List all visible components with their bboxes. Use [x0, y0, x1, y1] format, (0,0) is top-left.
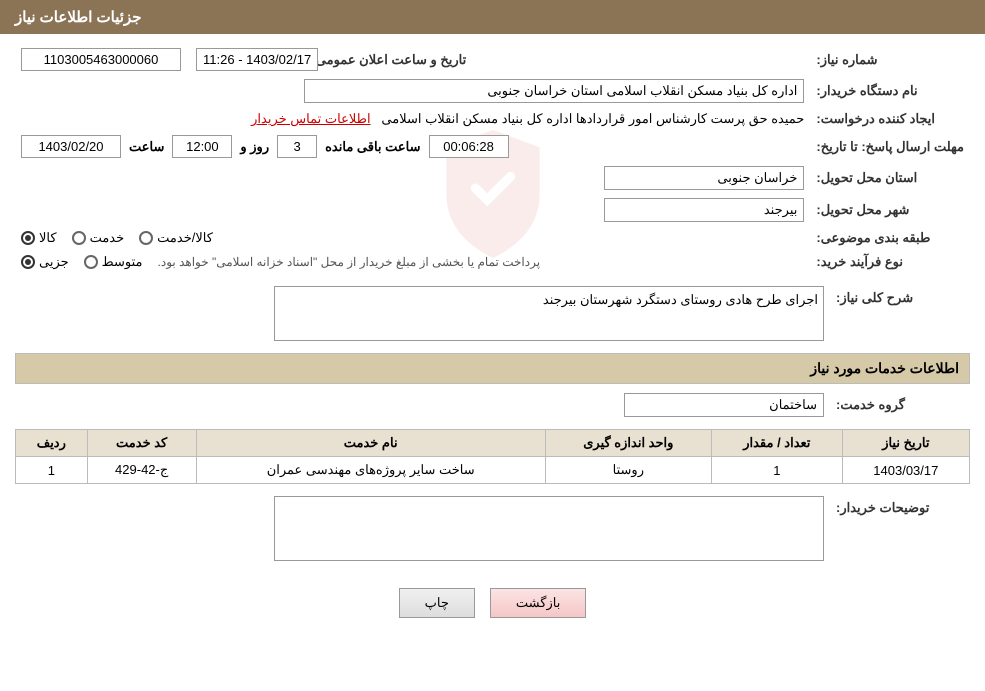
- row-city: شهر محل تحویل: بیرجند: [15, 194, 970, 226]
- province-label: استان محل تحویل:: [810, 162, 970, 194]
- col-date: تاریخ نیاز: [842, 430, 969, 457]
- page-title: جزئیات اطلاعات نیاز: [15, 9, 142, 26]
- purchase-jozyi-label: جزیی: [39, 254, 69, 270]
- print-button[interactable]: چاپ: [399, 588, 475, 618]
- row-deadline: مهلت ارسال پاسخ: تا تاریخ: 00:06:28 ساعت…: [15, 131, 970, 162]
- buyer-notes-value: [15, 492, 830, 565]
- purchase-motavaset-label: متوسط: [102, 254, 143, 270]
- buyer-notes-label: توضیحات خریدار:: [830, 492, 970, 565]
- footer-buttons: بازگشت چاپ: [15, 573, 970, 628]
- category-kala-label: کالا: [39, 230, 57, 246]
- need-number-value: تاریخ و ساعت اعلان عمومی: 1403/02/17 - 1…: [15, 44, 810, 75]
- description-display: اجرای طرح هادی روستای دستگرد شهرستان بیر…: [274, 286, 824, 341]
- col-unit: واحد اندازه گیری: [545, 430, 711, 457]
- deadline-days-label: روز و: [240, 139, 269, 155]
- deadline-remaining-label: ساعت باقی مانده: [325, 139, 420, 155]
- purchase-jozyi-option: جزیی: [21, 254, 69, 270]
- row-service-group: گروه خدمت: ساختمان: [15, 389, 970, 421]
- col-row-num: ردیف: [16, 430, 88, 457]
- page-header: جزئیات اطلاعات نیاز: [0, 0, 985, 34]
- services-table: تاریخ نیاز تعداد / مقدار واحد اندازه گیر…: [15, 429, 970, 484]
- announce-date-value: 1403/02/17 - 11:26: [196, 48, 318, 71]
- description-value: اجرای طرح هادی روستای دستگرد شهرستان بیر…: [15, 282, 830, 345]
- cell-row-num: 1: [16, 457, 88, 484]
- category-kala-khedmat-label: کالا/خدمت: [157, 230, 213, 246]
- buyer-org-label: نام دستگاه خریدار:: [810, 75, 970, 107]
- deadline-date-display: 1403/02/20: [21, 135, 121, 158]
- service-group-display: ساختمان: [624, 393, 824, 417]
- purchase-motavaset-option: متوسط: [84, 254, 143, 270]
- category-khedmat-option: خدمت: [72, 230, 125, 246]
- row-description: شرح کلی نیاز: اجرای طرح هادی روستای دستگ…: [15, 282, 970, 345]
- category-kala-khedmat-option: کالا/خدمت: [139, 230, 213, 246]
- need-number-label: شماره نیاز:: [810, 44, 970, 75]
- province-value: خراسان جنوبی: [15, 162, 810, 194]
- requester-value: حمیده حق پرست کارشناس امور قراردادها ادا…: [15, 107, 810, 131]
- services-table-header-row: تاریخ نیاز تعداد / مقدار واحد اندازه گیر…: [16, 430, 970, 457]
- deadline-days-display: 3: [277, 135, 317, 158]
- row-requester: ایجاد کننده درخواست: حمیده حق پرست کارشن…: [15, 107, 970, 131]
- purchase-motavaset-radio[interactable]: [84, 255, 98, 269]
- purchase-note: پرداخت تمام یا بخشی از مبلغ خریدار از مح…: [158, 255, 541, 269]
- row-purchase-type: نوع فرآیند خرید: پرداخت تمام یا بخشی از …: [15, 250, 970, 274]
- cell-service-code: ج-42-429: [87, 457, 196, 484]
- city-display: بیرجند: [604, 198, 804, 222]
- back-button[interactable]: بازگشت: [490, 588, 586, 618]
- category-kala-option: کالا: [21, 230, 57, 246]
- row-province: استان محل تحویل: خراسان جنوبی: [15, 162, 970, 194]
- row-buyer-org: نام دستگاه خریدار: اداره کل بنیاد مسکن ا…: [15, 75, 970, 107]
- deadline-remaining-display: 00:06:28: [429, 135, 509, 158]
- table-row: 1403/03/17 1 روستا ساخت سایر پروژه‌های م…: [16, 457, 970, 484]
- col-quantity: تعداد / مقدار: [711, 430, 842, 457]
- buyer-org-value: اداره کل بنیاد مسکن انقلاب اسلامی استان …: [15, 75, 810, 107]
- deadline-value: 00:06:28 ساعت باقی مانده 3 روز و 12:00 س…: [15, 131, 810, 162]
- info-table: شماره نیاز: تاریخ و ساعت اعلان عمومی: 14…: [15, 44, 970, 274]
- deadline-time-display: 12:00: [172, 135, 232, 158]
- buyer-org-display: اداره کل بنیاد مسکن انقلاب اسلامی استان …: [304, 79, 804, 103]
- deadline-label: مهلت ارسال پاسخ: تا تاریخ:: [810, 131, 970, 162]
- category-label: طبقه بندی موضوعی:: [810, 226, 970, 250]
- service-group-table: گروه خدمت: ساختمان: [15, 389, 970, 421]
- cell-service-name: ساخت سایر پروژه‌های مهندسی عمران: [196, 457, 545, 484]
- cell-date: 1403/03/17: [842, 457, 969, 484]
- cell-quantity: 1: [711, 457, 842, 484]
- page-container: جزئیات اطلاعات نیاز شماره نیاز: تاریخ و …: [0, 0, 985, 691]
- main-content: شماره نیاز: تاریخ و ساعت اعلان عمومی: 14…: [0, 34, 985, 638]
- col-service-code: کد خدمت: [87, 430, 196, 457]
- description-table: شرح کلی نیاز: اجرای طرح هادی روستای دستگ…: [15, 282, 970, 345]
- buyer-notes-display: [274, 496, 824, 561]
- description-text: اجرای طرح هادی روستای دستگرد شهرستان بیر…: [543, 292, 818, 307]
- city-value: بیرجند: [15, 194, 810, 226]
- row-category: طبقه بندی موضوعی: کالا/خدمت خدمت: [15, 226, 970, 250]
- purchase-type-label: نوع فرآیند خرید:: [810, 250, 970, 274]
- category-kala-khedmat-radio[interactable]: [139, 231, 153, 245]
- category-kala-radio[interactable]: [21, 231, 35, 245]
- cell-unit: روستا: [545, 457, 711, 484]
- contact-link[interactable]: اطلاعات تماس خریدار: [251, 111, 370, 126]
- deadline-time-label: ساعت: [129, 139, 164, 155]
- city-label: شهر محل تحویل:: [810, 194, 970, 226]
- notes-table: توضیحات خریدار:: [15, 492, 970, 565]
- category-value: کالا/خدمت خدمت کالا: [15, 226, 810, 250]
- province-display: خراسان جنوبی: [604, 166, 804, 190]
- category-khedmat-label: خدمت: [90, 230, 125, 246]
- requester-label: ایجاد کننده درخواست:: [810, 107, 970, 131]
- need-number-display: 1103005463000060: [21, 48, 181, 71]
- row-need-number: شماره نیاز: تاریخ و ساعت اعلان عمومی: 14…: [15, 44, 970, 75]
- purchase-type-value: پرداخت تمام یا بخشی از مبلغ خریدار از مح…: [15, 250, 810, 274]
- col-service-name: نام خدمت: [196, 430, 545, 457]
- announce-date-label: تاریخ و ساعت اعلان عمومی:: [326, 52, 466, 68]
- row-buyer-notes: توضیحات خریدار:: [15, 492, 970, 565]
- service-group-label: گروه خدمت:: [830, 389, 970, 421]
- service-group-value: ساختمان: [15, 389, 830, 421]
- services-section-header: اطلاعات خدمات مورد نیاز: [15, 353, 970, 384]
- purchase-jozyi-radio[interactable]: [21, 255, 35, 269]
- description-label: شرح کلی نیاز:: [830, 282, 970, 345]
- requester-display: حمیده حق پرست کارشناس امور قراردادها ادا…: [381, 111, 804, 126]
- category-khedmat-radio[interactable]: [72, 231, 86, 245]
